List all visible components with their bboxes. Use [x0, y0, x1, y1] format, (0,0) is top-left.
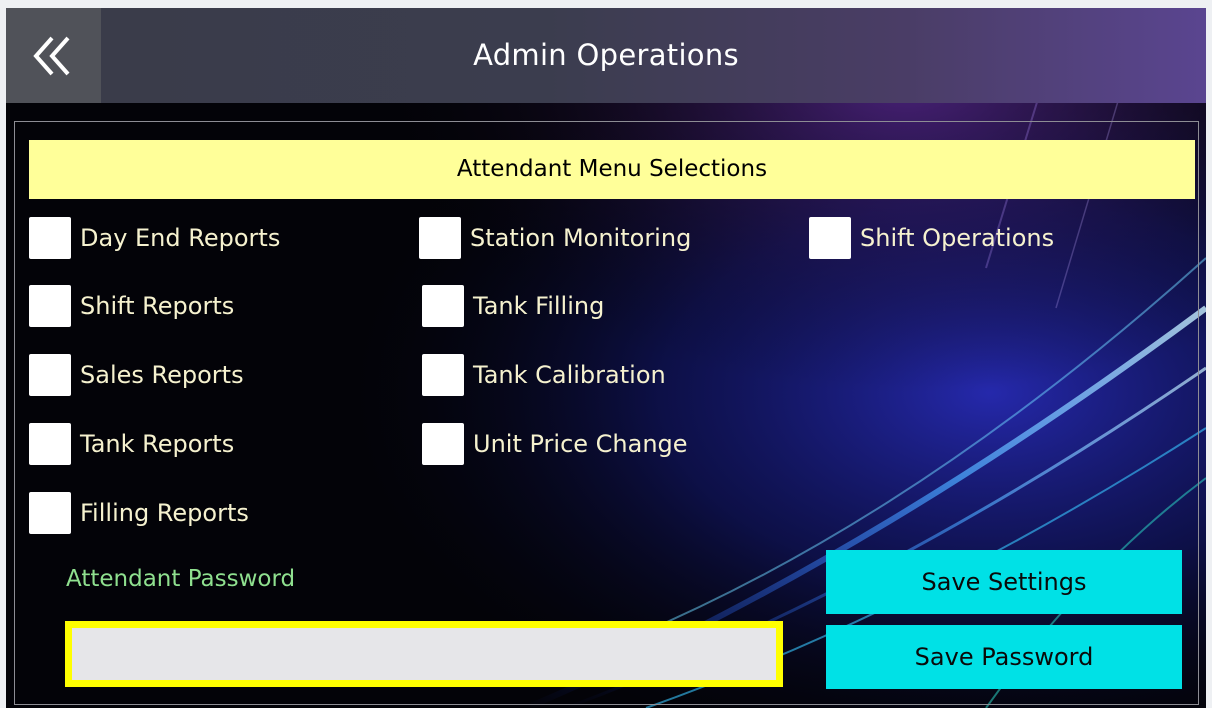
save-settings-button[interactable]: Save Settings — [826, 550, 1182, 614]
option-label: Shift Operations — [860, 224, 1055, 252]
checkbox[interactable] — [809, 217, 851, 259]
option-label: Tank Reports — [80, 430, 235, 458]
checkbox[interactable] — [29, 285, 71, 327]
option-label: Sales Reports — [80, 361, 244, 389]
checkbox[interactable] — [422, 423, 464, 465]
checkbox[interactable] — [419, 217, 461, 259]
option-day-end-reports[interactable]: Day End Reports — [29, 217, 280, 259]
option-label: Day End Reports — [80, 224, 281, 252]
password-input[interactable] — [65, 621, 783, 687]
admin-operations-screen: Admin Operations Attendant Menu Selectio… — [6, 8, 1206, 708]
settings-panel — [14, 121, 1199, 705]
option-shift-reports[interactable]: Shift Reports — [29, 285, 234, 327]
option-tank-filling[interactable]: Tank Filling — [422, 285, 604, 327]
double-chevron-left-icon — [32, 36, 69, 75]
option-label: Station Monitoring — [470, 224, 692, 252]
option-sales-reports[interactable]: Sales Reports — [29, 354, 244, 396]
page-title: Admin Operations — [473, 38, 739, 72]
checkbox[interactable] — [422, 354, 464, 396]
option-label: Unit Price Change — [473, 430, 688, 458]
checkbox[interactable] — [29, 217, 71, 259]
option-filling-reports[interactable]: Filling Reports — [29, 492, 249, 534]
section-header: Attendant Menu Selections — [29, 140, 1195, 199]
option-unit-price-change[interactable]: Unit Price Change — [422, 423, 688, 465]
option-label: Filling Reports — [80, 499, 249, 527]
option-station-monitoring[interactable]: Station Monitoring — [419, 217, 691, 259]
save-password-button[interactable]: Save Password — [826, 625, 1182, 689]
checkbox[interactable] — [29, 354, 71, 396]
option-label: Shift Reports — [80, 292, 235, 320]
checkbox[interactable] — [29, 423, 71, 465]
option-label: Tank Filling — [473, 292, 605, 320]
option-label: Tank Calibration — [473, 361, 666, 389]
back-button[interactable] — [6, 8, 101, 103]
password-label: Attendant Password — [66, 566, 296, 592]
option-tank-calibration[interactable]: Tank Calibration — [422, 354, 666, 396]
checkbox[interactable] — [422, 285, 464, 327]
option-shift-operations[interactable]: Shift Operations — [809, 217, 1054, 259]
option-tank-reports[interactable]: Tank Reports — [29, 423, 234, 465]
header-bar: Admin Operations — [6, 8, 1206, 103]
checkbox[interactable] — [29, 492, 71, 534]
